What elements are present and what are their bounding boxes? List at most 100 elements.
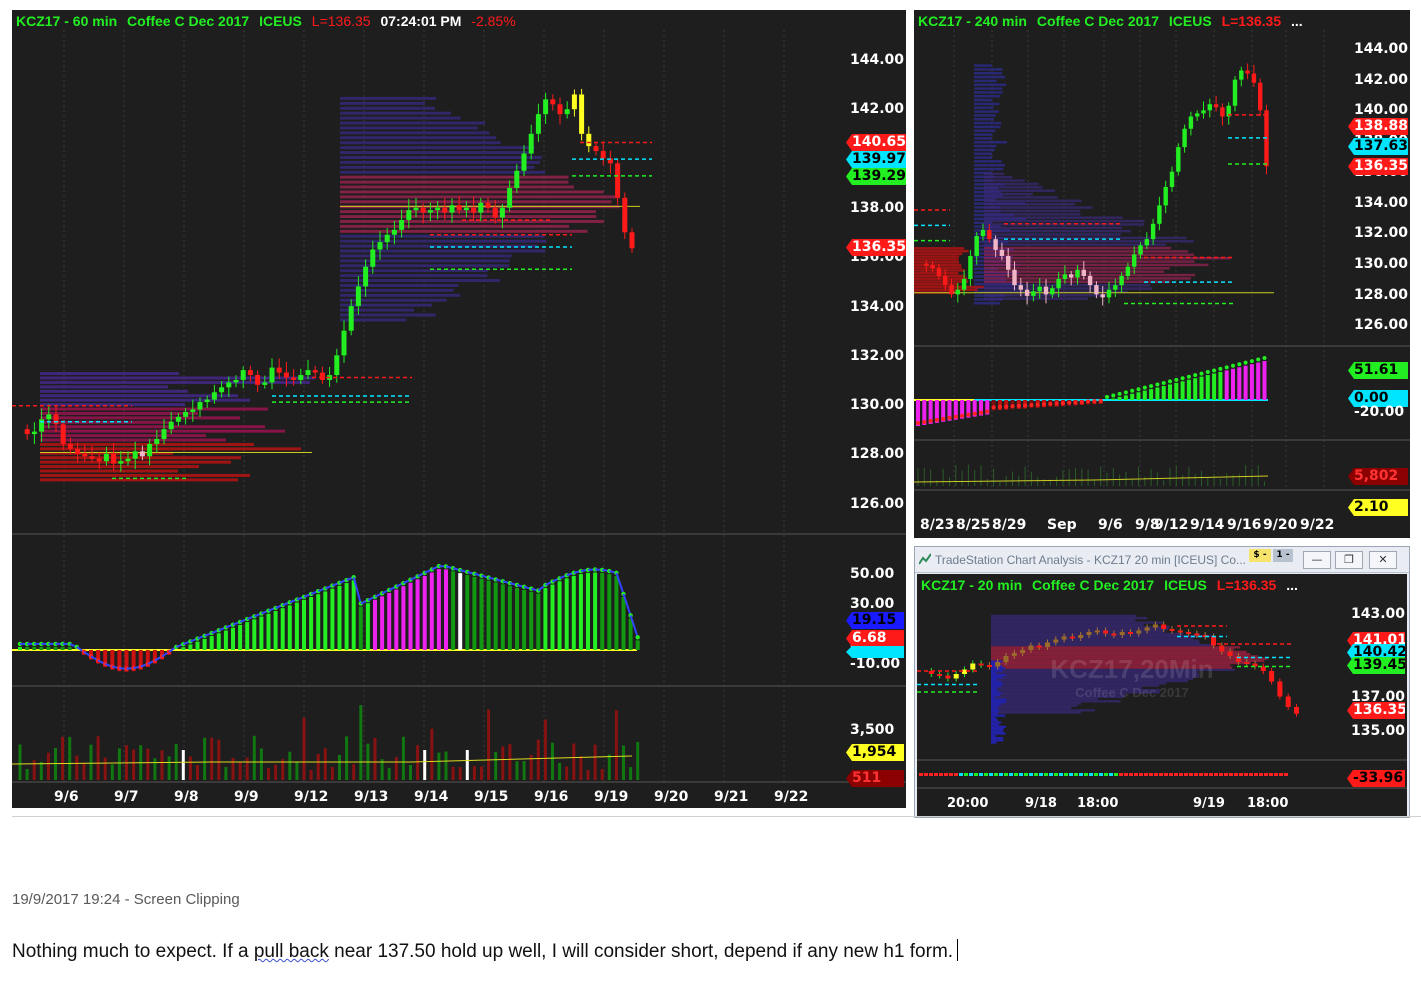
volume-profile-bar	[914, 280, 969, 283]
osc-bar	[429, 572, 434, 650]
candle-body	[949, 285, 954, 295]
volume-profile-bar	[991, 705, 999, 708]
volume-profile-bar	[914, 282, 958, 286]
volume-profile-bar	[984, 226, 1123, 230]
candle-body	[1239, 70, 1244, 80]
osc-bar	[1099, 773, 1103, 776]
volume-profile-bar	[974, 75, 1006, 79]
osc-bar	[67, 646, 72, 650]
date-tick: 9/13	[354, 789, 389, 805]
volume-profile-bar	[340, 185, 574, 189]
volume-profile-bar	[991, 617, 1148, 620]
minimize-icon: —	[1311, 553, 1323, 566]
osc-bar	[1239, 773, 1243, 776]
instrument-name: Coffee C Dec 2017	[1032, 577, 1155, 593]
volume-profile-bar	[974, 110, 1000, 113]
osc-bar	[1119, 773, 1123, 776]
note-text[interactable]: Nothing much to expect. If a pull back n…	[12, 939, 959, 963]
candle-body	[1277, 681, 1283, 697]
close-button[interactable]: ✕	[1369, 551, 1397, 569]
osc-bar	[959, 773, 963, 776]
chart-20min[interactable]: KCZ17,20Min Coffee C Dec 2017 KCZ17 - 20…	[917, 574, 1407, 817]
price-flag: 139.97	[846, 151, 906, 168]
osc-bar	[924, 773, 928, 776]
osc-dot	[1092, 399, 1097, 404]
osc-bar	[422, 575, 427, 650]
volume-profile-bar	[984, 240, 1194, 243]
candle-body	[557, 104, 563, 115]
link-badge[interactable]: 1 -	[1273, 549, 1293, 562]
osc-bar	[564, 578, 569, 650]
price-tick: 143.00	[1351, 606, 1406, 622]
chart-60min[interactable]: KCZ17 - 60 min Coffee C Dec 2017 ICEUS L…	[12, 10, 906, 808]
date-tick: 9/19	[1193, 796, 1225, 811]
volume-bar	[302, 717, 306, 780]
price-flag: 138.88	[1348, 118, 1408, 135]
osc-bar	[1104, 773, 1108, 776]
chart-20min-window[interactable]: TradeStation Chart Analysis - KCZ17 20 m…	[914, 546, 1410, 818]
osc-bar	[1059, 773, 1063, 776]
volume-profile-bar	[991, 723, 1000, 726]
candle-body	[240, 370, 246, 380]
volume-profile-bar	[991, 674, 1007, 677]
volume-bar	[967, 464, 969, 486]
candle-body	[24, 429, 30, 435]
candle-body	[96, 458, 102, 462]
candle-body	[1182, 128, 1187, 148]
chart-240min[interactable]: KCZ17 - 240 min Coffee C Dec 2017 ICEUS …	[914, 10, 1410, 538]
volume-profile-bar	[340, 180, 569, 184]
candle-body	[924, 263, 929, 266]
volume-profile-bar	[40, 456, 241, 460]
candle-body	[125, 458, 131, 462]
volume-bar	[1081, 468, 1083, 486]
volume-profile-bar	[991, 734, 996, 737]
chart-60min-canvas[interactable]	[12, 10, 906, 808]
volume-profile-bar	[974, 79, 997, 83]
osc-bar	[1169, 773, 1173, 776]
chart-watermark: KCZ17,20Min Coffee C Dec 2017	[1017, 654, 1247, 700]
candle-body	[999, 249, 1005, 256]
volume-profile-bar	[991, 687, 997, 690]
candle-body	[1194, 633, 1200, 636]
osc-bar	[954, 773, 958, 776]
candle-body	[1219, 645, 1225, 652]
candle-body	[1062, 274, 1068, 279]
dollar-badge[interactable]: $ -	[1249, 549, 1271, 562]
candle-body	[363, 266, 369, 287]
osc-bar	[1234, 773, 1238, 776]
restore-button[interactable]: ❐	[1335, 551, 1363, 569]
volume-profile-bar	[340, 111, 452, 115]
osc-dot	[941, 416, 946, 421]
candle-body	[1207, 104, 1212, 111]
osc-bar	[1014, 773, 1018, 776]
osc-bar	[550, 584, 555, 650]
osc-bar	[46, 646, 51, 650]
volume-profile-bar	[991, 707, 1072, 710]
volume-bar	[465, 750, 469, 780]
osc-bar	[1224, 370, 1229, 400]
candle-body	[1056, 279, 1061, 289]
date-tick: 9/6	[1098, 517, 1123, 533]
volume-bar	[430, 728, 434, 780]
osc-dot	[1136, 387, 1141, 392]
osc-bar	[1224, 773, 1228, 776]
chart-240min-canvas[interactable]	[914, 10, 1410, 538]
osc-tick: 50.00	[850, 566, 895, 582]
volume-profile-bar	[914, 249, 969, 253]
osc-bar	[287, 605, 292, 650]
candle-body	[945, 675, 951, 679]
candle-body	[1163, 187, 1168, 206]
volume-profile-bar	[340, 96, 437, 100]
date-tick: 9/8	[174, 789, 199, 805]
minimize-button[interactable]: —	[1303, 551, 1331, 569]
osc-bar	[1044, 773, 1048, 776]
osc-dot	[1199, 371, 1204, 376]
candle-body	[348, 306, 354, 331]
osc-bar	[231, 627, 235, 650]
candle-body	[600, 151, 606, 159]
candle-body	[341, 330, 347, 356]
osc-bar	[1199, 376, 1204, 400]
price-tick: 144.00	[850, 52, 905, 68]
date-tick: 20:00	[947, 796, 989, 811]
candle-body	[154, 439, 160, 444]
